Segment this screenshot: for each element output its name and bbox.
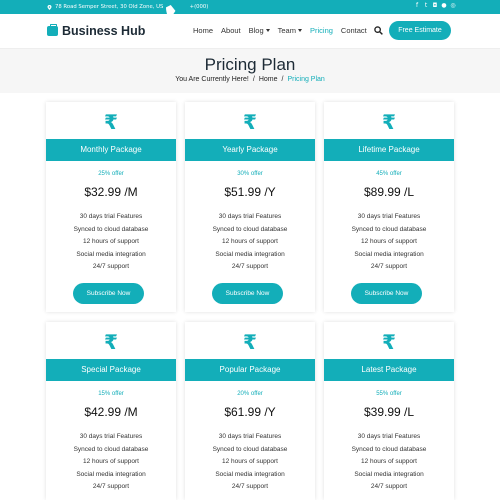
feature-item: Social media integration (76, 470, 146, 478)
package-name: Popular Package (185, 359, 315, 381)
feature-item: 24/7 support (231, 483, 269, 491)
feature-item: 30 days trial Features (79, 433, 143, 440)
offer-text: 55% offer (376, 391, 402, 397)
feature-item: 24/7 support (370, 483, 408, 491)
offer-text: 25% offer (98, 171, 124, 177)
feature-item: Social media integration (354, 470, 424, 478)
feature-item: Social media integration (76, 250, 146, 258)
offer-text: 45% offer (376, 171, 402, 177)
feature-list: 30 days trial Features Synced to cloud d… (185, 211, 315, 274)
price: $61.99 /Y (224, 405, 276, 419)
price: $42.99 /M (84, 405, 138, 419)
rupee-icon: ₹ (382, 110, 396, 134)
feature-item: 24/7 support (370, 263, 408, 271)
subscribe-button[interactable]: Subscribe Now (73, 283, 144, 304)
feature-item: Synced to cloud database (351, 225, 427, 233)
subscribe-button[interactable]: Subscribe Now (212, 283, 283, 304)
price: $89.99 /L (363, 185, 415, 199)
feature-item: 24/7 support (92, 263, 130, 271)
feature-item: 12 hours of support (82, 238, 139, 246)
feature-list: 30 days trial Features Synced to cloud d… (46, 431, 176, 494)
rupee-icon: ₹ (104, 110, 118, 134)
feature-item: Social media integration (354, 250, 424, 258)
feature-item: Synced to cloud database (212, 445, 288, 453)
feature-item: 30 days trial Features (79, 213, 143, 220)
price: $32.99 /M (84, 185, 138, 199)
feature-list: 30 days trial Features Synced to cloud d… (46, 211, 176, 274)
feature-list: 30 days trial Features Synced to cloud d… (324, 211, 454, 274)
pricing-card-lifetime: ₹ Lifetime Package 45% offer $89.99 /L 3… (324, 102, 454, 312)
feature-item: Synced to cloud database (212, 225, 288, 233)
rupee-icon: ₹ (243, 330, 257, 354)
rupee-icon: ₹ (104, 330, 118, 354)
offer-text: 30% offer (237, 171, 263, 177)
subscribe-button[interactable]: Subscribe Now (351, 283, 422, 304)
feature-item: 24/7 support (231, 263, 269, 271)
feature-item: 12 hours of support (221, 458, 278, 466)
feature-item: 30 days trial Features (218, 433, 282, 440)
feature-list: 30 days trial Features Synced to cloud d… (324, 431, 454, 494)
rupee-icon: ₹ (243, 110, 257, 134)
feature-item: 30 days trial Features (218, 213, 282, 220)
price: $39.99 /L (363, 405, 415, 419)
package-name: Latest Package (324, 359, 454, 381)
feature-item: 30 days trial Features (357, 433, 421, 440)
offer-text: 15% offer (98, 391, 124, 397)
rupee-icon: ₹ (382, 330, 396, 354)
feature-item: 12 hours of support (221, 238, 278, 246)
pricing-card-special: ₹ Special Package 15% offer $42.99 /M 30… (46, 322, 176, 500)
offer-text: 20% offer (237, 391, 263, 397)
feature-item: Synced to cloud database (73, 445, 149, 453)
pricing-card-monthly: ₹ Monthly Package 25% offer $32.99 /M 30… (46, 102, 176, 312)
feature-item: 12 hours of support (360, 458, 417, 466)
package-name: Special Package (46, 359, 176, 381)
package-name: Yearly Package (185, 139, 315, 161)
feature-item: Social media integration (215, 250, 285, 258)
pricing-card-yearly: ₹ Yearly Package 30% offer $51.99 /Y 30 … (185, 102, 315, 312)
feature-item: 12 hours of support (360, 238, 417, 246)
feature-item: Synced to cloud database (73, 225, 149, 233)
pricing-card-popular: ₹ Popular Package 20% offer $61.99 /Y 30… (185, 322, 315, 500)
feature-item: Synced to cloud database (351, 445, 427, 453)
package-name: Monthly Package (46, 139, 176, 161)
package-name: Lifetime Package (324, 139, 454, 161)
feature-item: Social media integration (215, 470, 285, 478)
feature-list: 30 days trial Features Synced to cloud d… (185, 431, 315, 494)
feature-item: 30 days trial Features (357, 213, 421, 220)
feature-item: 12 hours of support (82, 458, 139, 466)
pricing-card-latest: ₹ Latest Package 55% offer $39.99 /L 30 … (324, 322, 454, 500)
price: $51.99 /Y (224, 185, 276, 199)
pricing-grid: ₹ Monthly Package 25% offer $32.99 /M 30… (0, 0, 500, 500)
feature-item: 24/7 support (92, 483, 130, 491)
